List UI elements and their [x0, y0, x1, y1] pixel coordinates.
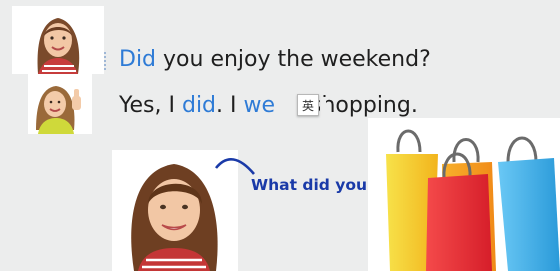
answer-line: Yes, I did. I we shopping.: [119, 93, 418, 118]
answer-went-partial: we: [243, 93, 276, 118]
dictionary-icon-char: 英: [301, 98, 314, 113]
girl-thumbs-up-photo: [28, 74, 92, 134]
dictionary-icon[interactable]: 英: [297, 94, 319, 116]
question-line: Did you enjoy the weekend?: [119, 47, 431, 72]
girl-photo-small: [12, 6, 104, 74]
question-rest: you enjoy the weekend?: [156, 47, 431, 72]
answer-did-word: did: [181, 93, 217, 118]
answer-yes: Yes, I: [119, 93, 182, 118]
shopping-bags-icon: [368, 118, 560, 271]
arc-pointer: [214, 158, 255, 175]
slide: Did you enjoy the weekend? Yes, I did. I…: [0, 0, 560, 271]
bullet-marker: [104, 52, 111, 70]
text-cover: [320, 97, 326, 119]
did-word: Did: [119, 47, 157, 72]
answer-mid: . I: [216, 93, 244, 118]
